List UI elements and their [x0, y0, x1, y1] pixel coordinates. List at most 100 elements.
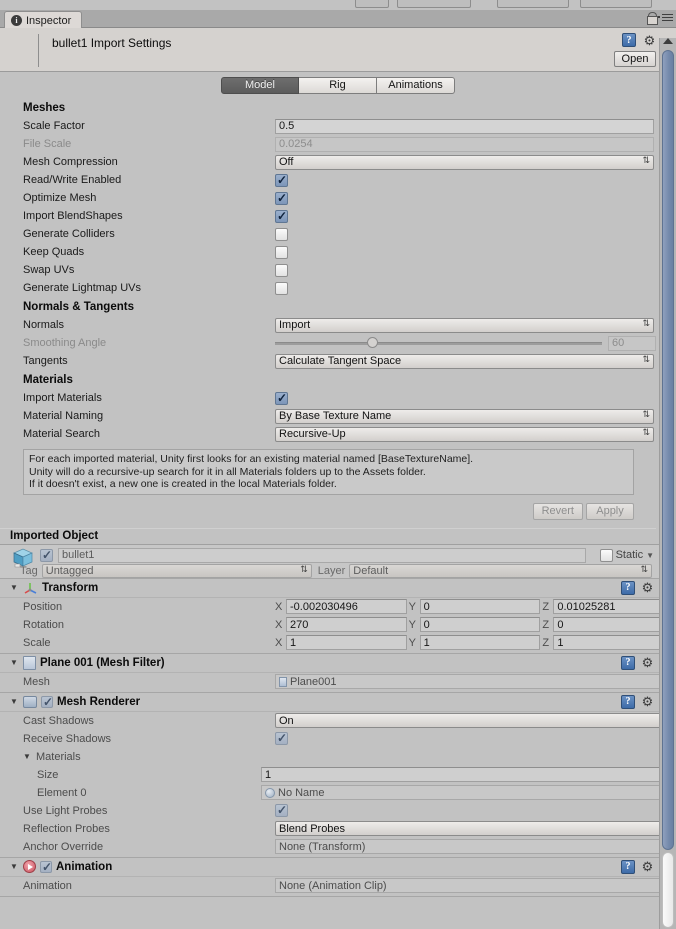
help-book-icon[interactable]: ? — [621, 859, 635, 874]
axis-label-y: Y — [408, 636, 417, 649]
foldout-materials[interactable]: ▼ Materials — [0, 748, 676, 766]
axis-label-z: Z — [542, 636, 550, 649]
input-scale-y[interactable]: 1 — [419, 635, 541, 650]
component-mesh-renderer-icons: ? ⚙ — [621, 694, 654, 709]
row-import-blendshapes: Import BlendShapes — [0, 207, 656, 225]
row-cast-shadows: Cast Shadows On ⇅ — [0, 712, 676, 730]
hamburger-menu-icon[interactable] — [658, 13, 673, 22]
objectfield-animation-clip[interactable]: None (Animation Clip) — [275, 878, 660, 893]
label-animation-clip: Animation — [23, 879, 72, 892]
open-button[interactable]: Open — [614, 51, 656, 67]
help-book-icon[interactable]: ? — [621, 694, 635, 709]
chevron-updown-icon: ⇅ — [642, 317, 650, 328]
input-scale-z[interactable]: 1 — [553, 635, 675, 650]
tab-inspector[interactable]: i Inspector — [4, 11, 83, 29]
component-mesh-filter-header[interactable]: ▼ Plane 001 (Mesh Filter) ? ⚙ — [0, 653, 676, 673]
tab-animations[interactable]: Animations — [377, 76, 455, 94]
dropdown-tangents[interactable]: Calculate Tangent Space ⇅ — [275, 353, 654, 369]
objectfield-material-element-0-value: No Name — [278, 786, 325, 799]
input-rotation-z[interactable]: 0 — [553, 617, 675, 632]
checkbox-import-materials[interactable] — [275, 391, 288, 405]
checkbox-receive-shadows[interactable] — [275, 731, 288, 745]
scrollbar-thumb[interactable] — [662, 50, 674, 850]
slider-smoothing-angle[interactable]: 60 — [275, 335, 656, 351]
component-mesh-renderer-header[interactable]: ▼ Mesh Renderer ? ⚙ — [0, 692, 676, 712]
dropdown-material-search[interactable]: Recursive-Up ⇅ — [275, 426, 654, 442]
input-position-z[interactable]: 0.01025281 — [553, 599, 675, 614]
help-book-icon[interactable]: ? — [621, 580, 635, 595]
checkbox-animation-enabled[interactable] — [40, 860, 52, 874]
checkbox-use-light-probes[interactable] — [275, 803, 288, 817]
checkbox-swap-uvs[interactable] — [275, 263, 288, 277]
foldout-arrow-icon[interactable]: ▼ — [10, 862, 19, 871]
slider-track[interactable] — [275, 336, 602, 348]
inspector-vertical-scrollbar[interactable] — [659, 38, 676, 929]
objectfield-mesh[interactable]: Plane001 — [275, 674, 660, 689]
input-scale-x[interactable]: 1 — [286, 635, 407, 650]
row-animation-clip: Animation None (Animation Clip) — [0, 877, 676, 895]
scroll-up-arrow-icon[interactable] — [663, 38, 673, 44]
input-scale-factor[interactable]: 0.5 — [275, 118, 654, 134]
gear-icon[interactable]: ⚙ — [641, 860, 654, 873]
row-read-write-enabled: Read/Write Enabled — [0, 171, 656, 189]
input-rotation-x[interactable]: 270 — [286, 617, 407, 632]
row-rotation: Rotation X 270 Y 0 Z 0 — [0, 616, 676, 634]
foldout-arrow-icon[interactable]: ▼ — [10, 697, 19, 706]
checkbox-import-blendshapes[interactable] — [275, 209, 288, 223]
checkbox-keep-quads[interactable] — [275, 245, 288, 259]
objectfield-material-element-0[interactable]: No Name — [261, 785, 660, 800]
row-scale: Scale X 1 Y 1 Z 1 — [0, 634, 676, 652]
foldout-arrow-icon[interactable]: ▼ — [10, 583, 19, 592]
label-cast-shadows: Cast Shadows — [23, 714, 94, 727]
input-rotation-y[interactable]: 0 — [419, 617, 541, 632]
dropdown-cast-shadows[interactable]: On ⇅ — [275, 713, 674, 728]
label-mesh-compression: Mesh Compression — [23, 156, 118, 168]
checkbox-static[interactable] — [599, 548, 613, 562]
gear-icon[interactable]: ⚙ — [641, 656, 654, 669]
dropdown-material-naming[interactable]: By Base Texture Name ⇅ — [275, 408, 654, 424]
checkbox-read-write-enabled[interactable] — [275, 173, 288, 187]
component-mesh-filter-icons: ? ⚙ — [621, 655, 654, 670]
chevron-down-icon[interactable]: ▼ — [646, 551, 654, 560]
input-position-y[interactable]: 0 — [419, 599, 541, 614]
help-book-icon[interactable]: ? — [622, 33, 636, 47]
objectfield-anchor-override[interactable]: None (Transform) — [275, 839, 660, 854]
checkbox-gameobject-enabled[interactable] — [40, 548, 53, 562]
component-animation-header[interactable]: ▼ Animation ? ⚙ — [0, 857, 676, 877]
tab-rig[interactable]: Rig — [299, 76, 377, 94]
component-transform-header[interactable]: ▼ Transform ? ⚙ — [0, 578, 676, 598]
dropdown-layer[interactable]: Default ⇅ — [349, 563, 652, 578]
row-mesh-compression: Mesh Compression Off ⇅ — [0, 153, 656, 171]
checkbox-optimize-mesh[interactable] — [275, 191, 288, 205]
tabbar-controls — [647, 12, 673, 25]
animation-icon — [23, 860, 36, 873]
input-position-x[interactable]: -0.002030496 — [286, 599, 407, 614]
foldout-arrow-icon[interactable]: ▼ — [23, 752, 32, 761]
checkbox-generate-lightmap-uvs[interactable] — [275, 281, 288, 295]
dropdown-normals[interactable]: Import ⇅ — [275, 317, 654, 333]
help-book-icon[interactable]: ? — [621, 655, 635, 670]
apply-button[interactable]: Apply — [586, 502, 634, 520]
help-line-1: For each imported material, Unity first … — [29, 453, 474, 465]
checkbox-mesh-renderer-enabled[interactable] — [41, 695, 53, 709]
import-mode-tabs: Model Rig Animations — [0, 72, 676, 98]
foldout-arrow-icon[interactable]: ▼ — [10, 658, 19, 667]
input-materials-size[interactable]: 1 — [261, 767, 674, 782]
gear-icon[interactable]: ⚙ — [643, 34, 656, 47]
input-gameobject-name[interactable]: bullet1 — [58, 547, 586, 563]
dropdown-reflection-probes[interactable]: Blend Probes ⇅ — [275, 821, 674, 836]
tab-model[interactable]: Model — [221, 76, 299, 94]
slider-handle[interactable] — [366, 336, 378, 348]
checkbox-generate-colliders[interactable] — [275, 227, 288, 241]
dropdown-tag[interactable]: Untagged ⇅ — [41, 563, 312, 578]
lock-icon[interactable] — [647, 12, 658, 25]
revert-button[interactable]: Revert — [532, 502, 583, 520]
scrollbar-track[interactable] — [662, 852, 674, 928]
label-mesh: Mesh — [23, 675, 50, 688]
dropdown-mesh-compression[interactable]: Off ⇅ — [275, 154, 654, 170]
gear-icon[interactable]: ⚙ — [641, 695, 654, 708]
gear-icon[interactable]: ⚙ — [641, 581, 654, 594]
label-material-search: Material Search — [23, 428, 101, 440]
label-material-naming: Material Naming — [23, 410, 104, 422]
row-material-element-0: Element 0 No Name — [0, 784, 676, 802]
